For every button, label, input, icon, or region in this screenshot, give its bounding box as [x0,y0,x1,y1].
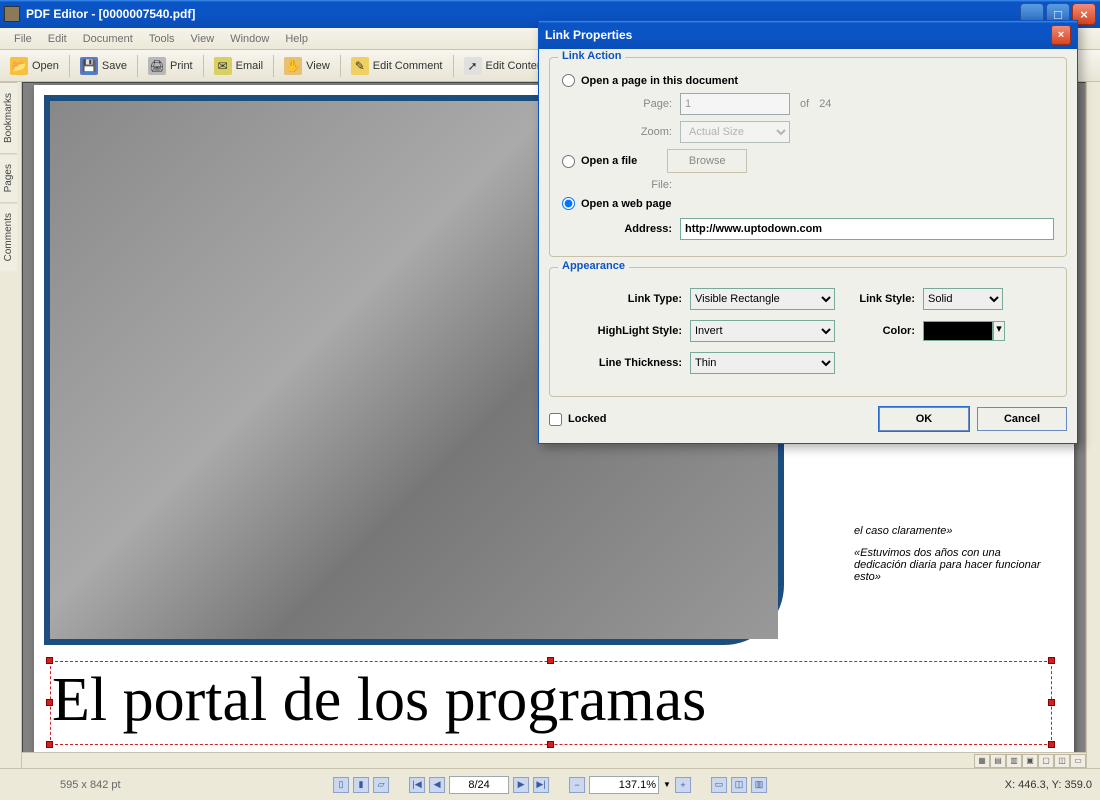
color-label: Color: [835,325,915,337]
open-button[interactable]: 📂Open [4,55,65,77]
view-button[interactable]: ✋View [278,55,336,77]
menu-help[interactable]: Help [277,31,316,47]
status-bar: 595 x 842 pt ▯ ▮ ▱ |◀ ◀ ▶ ▶| − ▼ + ▭ ◫ ▥… [0,768,1100,800]
selection-box[interactable] [50,661,1052,745]
view-mode-icon[interactable]: ▢ [1038,754,1054,768]
link-type-label: Link Type: [562,293,682,305]
address-label: Address: [582,223,672,235]
dialog-titlebar[interactable]: Link Properties × [539,21,1077,49]
appearance-label: Appearance [558,260,629,272]
view-mode-icon[interactable]: ▦ [974,754,990,768]
zoom-level[interactable] [589,776,659,794]
locked-checkbox-input[interactable] [549,413,562,426]
page-input [680,93,790,115]
layout-single-icon[interactable]: ▯ [333,777,349,793]
color-picker[interactable] [923,321,993,341]
file-label: File: [582,179,672,191]
folder-open-icon: 📂 [10,57,28,75]
layout-continuous-icon[interactable]: ▮ [353,777,369,793]
window-title: PDF Editor - [0000007540.pdf] [26,7,195,21]
zoom-select: Actual Size [680,121,790,143]
menu-document[interactable]: Document [75,31,141,47]
side-panel-tabs: Bookmarks Pages Comments [0,82,22,768]
continuous-view-icon[interactable]: ▥ [751,777,767,793]
highlight-label: HighLight Style: [562,325,682,337]
appearance-group: Appearance Link Type: Visible Rectangle … [549,267,1067,397]
total-pages: 24 [819,98,831,110]
link-type-select[interactable]: Visible Rectangle [690,288,835,310]
link-action-label: Link Action [558,50,625,62]
first-page-icon[interactable]: |◀ [409,777,425,793]
app-icon [4,6,20,22]
menu-window[interactable]: Window [222,31,277,47]
link-style-select[interactable]: Solid [923,288,1003,310]
radio-open-web[interactable]: Open a web page [562,197,1054,210]
dialog-title: Link Properties [545,28,632,42]
zoom-in-icon[interactable]: + [675,777,691,793]
next-page-icon[interactable]: ▶ [513,777,529,793]
layout-facing-icon[interactable]: ▱ [373,777,389,793]
two-page-view-icon[interactable]: ◫ [731,777,747,793]
print-button[interactable]: 🖨Print [142,55,199,77]
quote-2: «Estuvimos dos años con una dedicación d… [854,547,1044,583]
view-mode-icon[interactable]: ▥ [1006,754,1022,768]
menu-tools[interactable]: Tools [141,31,183,47]
link-action-group: Link Action Open a page in this document… [549,57,1067,257]
radio-open-file[interactable]: Open a file Browse [562,149,1054,173]
locked-checkbox[interactable]: Locked [549,413,607,426]
view-mode-icon[interactable]: ▣ [1022,754,1038,768]
thickness-select[interactable]: Thin [690,352,835,374]
printer-icon: 🖨 [148,57,166,75]
cursor-icon: ➚ [464,57,482,75]
last-page-icon[interactable]: ▶| [533,777,549,793]
page-dimensions: 595 x 842 pt [60,779,121,791]
vertical-scrollbar[interactable] [1086,82,1100,768]
cursor-coordinates: X: 446.3, Y: 359.0 [1005,779,1092,791]
view-mode-icon[interactable]: ▤ [990,754,1006,768]
thickness-label: Line Thickness: [562,357,682,369]
tab-pages[interactable]: Pages [0,153,17,202]
menu-view[interactable]: View [183,31,223,47]
address-input[interactable] [680,218,1054,240]
horizontal-scrollbar[interactable]: ▦ ▤ ▥ ▣ ▢ ◫ ▭ [22,752,1086,768]
view-mode-icon[interactable]: ▭ [1070,754,1086,768]
menu-edit[interactable]: Edit [40,31,75,47]
cancel-button[interactable]: Cancel [977,407,1067,431]
link-properties-dialog: Link Properties × Link Action Open a pag… [538,20,1078,444]
comment-icon: ✎ [351,57,369,75]
zoom-label: Zoom: [582,126,672,138]
browse-button[interactable]: Browse [667,149,747,173]
radio-open-page[interactable]: Open a page in this document [562,74,1054,87]
envelope-icon: ✉ [214,57,232,75]
page-side-quotes: el caso claramente» «Estuvimos dos años … [854,525,1044,593]
tab-comments[interactable]: Comments [0,202,17,271]
floppy-icon: 💾 [80,57,98,75]
radio-open-web-input[interactable] [562,197,575,210]
menu-file[interactable]: File [6,31,40,47]
email-button[interactable]: ✉Email [208,55,270,77]
edit-comment-button[interactable]: ✎Edit Comment [345,55,449,77]
quote-1: el caso claramente» [854,525,1044,537]
page-label: Page: [582,98,672,110]
link-style-label: Link Style: [835,293,915,305]
highlight-select[interactable]: Invert [690,320,835,342]
tab-bookmarks[interactable]: Bookmarks [0,82,17,153]
radio-open-file-input[interactable] [562,155,575,168]
radio-open-page-input[interactable] [562,74,575,87]
single-page-view-icon[interactable]: ▭ [711,777,727,793]
of-label: of [800,98,809,110]
prev-page-icon[interactable]: ◀ [429,777,445,793]
hand-icon: ✋ [284,57,302,75]
zoom-out-icon[interactable]: − [569,777,585,793]
page-indicator[interactable] [449,776,509,794]
view-mode-icon[interactable]: ◫ [1054,754,1070,768]
save-button[interactable]: 💾Save [74,55,133,77]
ok-button[interactable]: OK [879,407,969,431]
dialog-close-button[interactable]: × [1051,25,1071,45]
